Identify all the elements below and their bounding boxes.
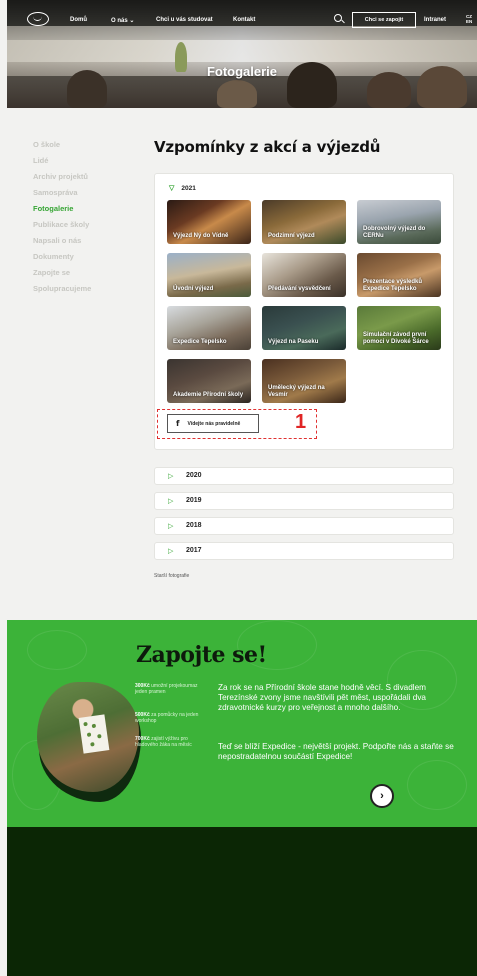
decor-shape bbox=[27, 630, 87, 670]
album-tile[interactable]: Akademie Přírodní školy bbox=[167, 359, 251, 403]
stat-300: 300Kč umožní projekoumaz jeden pramen bbox=[135, 683, 199, 695]
album-title: Předávání vysvědčení bbox=[268, 285, 331, 292]
chevron-right-icon: › bbox=[380, 790, 384, 802]
sidebar-item-documents[interactable]: Dokumenty bbox=[33, 252, 91, 268]
year-toggle-2020[interactable]: ▷ 2020 bbox=[154, 467, 454, 485]
join-paragraph-2: Teď se blíží Expedice - největší projekt… bbox=[218, 742, 454, 761]
album-title: Prezentace výsledků Expedice Tepelsko bbox=[363, 279, 423, 292]
nav-study[interactable]: Chci u vás studovat bbox=[156, 17, 213, 23]
album-tile[interactable]: Výjezd Ný do Vídně bbox=[167, 200, 251, 244]
sidebar-item-get-involved[interactable]: Zapojte se bbox=[33, 268, 91, 284]
album-tile[interactable]: Úvodní výjezd bbox=[167, 253, 251, 297]
footer bbox=[7, 827, 477, 976]
nav-home[interactable]: Domů bbox=[70, 17, 87, 23]
album-tile[interactable]: Expedice Tepelsko bbox=[167, 306, 251, 350]
search-icon[interactable] bbox=[334, 14, 342, 22]
year-toggle-2019[interactable]: ▷ 2019 bbox=[154, 492, 454, 510]
sidebar-item-projects-archive[interactable]: Archiv projektů bbox=[33, 172, 91, 188]
year-toggle-2021[interactable]: ▽ 2021 bbox=[169, 184, 196, 192]
album-title: Umělecký výjezd na Vesmír bbox=[268, 385, 325, 398]
student-photo-poster bbox=[78, 714, 110, 754]
student-photo bbox=[37, 682, 139, 792]
album-tile[interactable]: Simulační závod první pomoci v Divoké Šá… bbox=[357, 306, 441, 350]
stat-700: 700Kč zajistí výživu pro hladového žáka … bbox=[135, 736, 199, 748]
year-label: 2018 bbox=[186, 522, 202, 529]
sidebar-item-self-government[interactable]: Samospráva bbox=[33, 188, 91, 204]
join-button[interactable]: Chci se zapojit bbox=[352, 12, 416, 28]
chevron-down-icon: ▽ bbox=[169, 185, 175, 192]
nav-contact[interactable]: Kontakt bbox=[233, 17, 255, 23]
sidebar-item-partners[interactable]: Spolupracujeme bbox=[33, 284, 91, 300]
top-navigation: Domů O nás ⌄ Chci u vás studovat Kontakt… bbox=[7, 0, 477, 40]
year-label: 2019 bbox=[186, 497, 202, 504]
chevron-right-icon: ▷ bbox=[168, 548, 174, 555]
album-tile[interactable]: Prezentace výsledků Expedice Tepelsko bbox=[357, 253, 441, 297]
older-photos-link[interactable]: Starší fotografie bbox=[154, 573, 189, 579]
nav-about-dropdown[interactable]: O nás ⌄ bbox=[111, 17, 134, 24]
album-title: Dobrovolný výjezd do CERNu bbox=[363, 226, 426, 239]
join-title: Zapojte se! bbox=[136, 642, 267, 668]
hero-title: Fotogalerie bbox=[206, 64, 278, 79]
album-tile[interactable]: Předávání vysvědčení bbox=[262, 253, 346, 297]
album-tile[interactable]: Podzimní výjezd bbox=[262, 200, 346, 244]
facebook-button-label: Vídejte nás pravidelně bbox=[187, 420, 241, 427]
sidebar: O škole Lidé Archiv projektů Samospráva … bbox=[33, 140, 91, 300]
get-involved-section: Zapojte se! 300Kč umožní projekoumaz jed… bbox=[7, 620, 477, 827]
hero-photo-figure bbox=[217, 80, 257, 108]
album-title: Úvodní výjezd bbox=[173, 285, 214, 292]
annotation-number: 1 bbox=[295, 411, 307, 433]
year-label: 2017 bbox=[186, 547, 202, 554]
album-title: Výjezd na Paseku bbox=[268, 338, 319, 345]
album-tile[interactable]: Umělecký výjezd na Vesmír bbox=[262, 359, 346, 403]
stat-500: 500Kč za pomůcky na jeden workshop bbox=[135, 712, 199, 724]
sidebar-item-about[interactable]: O škole bbox=[33, 140, 91, 156]
annotation-highlight-box: f Vídejte nás pravidelně 1 bbox=[157, 409, 317, 439]
sidebar-item-gallery[interactable]: Fotogalerie bbox=[33, 204, 91, 220]
chevron-right-icon: ▷ bbox=[168, 523, 174, 530]
next-arrow-button[interactable]: › bbox=[370, 784, 394, 808]
language-switcher[interactable]: CZ EN bbox=[466, 14, 472, 24]
school-logo-icon[interactable] bbox=[27, 12, 49, 26]
sidebar-item-publications[interactable]: Publikace školy bbox=[33, 220, 91, 236]
chevron-right-icon: ▷ bbox=[168, 473, 174, 480]
year-toggle-2018[interactable]: ▷ 2018 bbox=[154, 517, 454, 535]
album-title: Akademie Přírodní školy bbox=[173, 391, 244, 398]
album-tile[interactable]: Výjezd na Paseku bbox=[262, 306, 346, 350]
lang-en[interactable]: EN bbox=[466, 19, 472, 24]
sidebar-item-press[interactable]: Napsali o nás bbox=[33, 236, 91, 252]
album-title: Výjezd Ný do Vídně bbox=[173, 232, 229, 239]
facebook-button[interactable]: f Vídejte nás pravidelně bbox=[167, 414, 259, 433]
sidebar-item-people[interactable]: Lidé bbox=[33, 156, 91, 172]
year-label: 2020 bbox=[186, 472, 202, 479]
chevron-right-icon: ▷ bbox=[168, 498, 174, 505]
year-accordion-open: ▽ 2021 Výjezd Ný do Vídně Podzimní výjezd… bbox=[154, 173, 454, 450]
album-title: Expedice Tepelsko bbox=[173, 338, 227, 345]
year-label: 2021 bbox=[181, 185, 196, 192]
hero-banner: Domů O nás ⌄ Chci u vás studovat Kontakt… bbox=[7, 0, 477, 108]
nav-intranet[interactable]: Intranet bbox=[424, 17, 446, 23]
decor-shape bbox=[407, 760, 467, 810]
album-tile[interactable]: Dobrovolný výjezd do CERNu bbox=[357, 200, 441, 244]
year-toggle-2017[interactable]: ▷ 2017 bbox=[154, 542, 454, 560]
facebook-icon: f bbox=[176, 419, 180, 428]
page-title: Vzpomínky z akcí a výjezdů bbox=[154, 138, 381, 156]
join-paragraph-1: Za rok se na Přírodní škole stane hodně … bbox=[218, 683, 426, 712]
album-title: Simulační závod první pomoci v Divoké Šá… bbox=[363, 332, 429, 345]
album-title: Podzimní výjezd bbox=[268, 232, 315, 239]
